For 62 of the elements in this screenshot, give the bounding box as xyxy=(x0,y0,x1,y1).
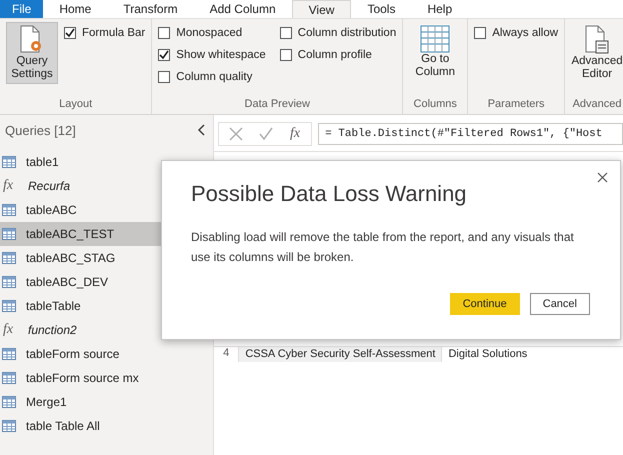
checkbox-label: Column profile xyxy=(298,49,372,61)
table-icon xyxy=(2,372,16,384)
function-icon: fx xyxy=(2,322,18,338)
checkbox[interactable] xyxy=(64,27,76,39)
table-icon xyxy=(2,252,16,264)
checkbox[interactable] xyxy=(280,49,292,61)
table-icon xyxy=(2,204,16,216)
checkmark-icon[interactable] xyxy=(259,127,273,141)
table-grid-icon xyxy=(420,25,450,53)
queries-title: Queries [12] xyxy=(5,122,76,138)
query-item[interactable]: tableForm source mx xyxy=(0,366,213,390)
group-label: Columns xyxy=(412,97,458,112)
insert-function-button[interactable]: fx xyxy=(289,126,302,142)
dialog-title: Possible Data Loss Warning xyxy=(191,181,468,207)
query-item[interactable]: table1 xyxy=(0,150,213,174)
continue-button[interactable]: Continue xyxy=(450,293,520,315)
checkbox[interactable] xyxy=(474,27,486,39)
checkbox-label: Column quality xyxy=(176,71,252,83)
row-number: 4 xyxy=(222,347,230,359)
ribbon-tab[interactable]: Transform xyxy=(107,0,194,18)
table-icon xyxy=(2,396,16,408)
collapse-chevron-icon[interactable] xyxy=(197,124,205,136)
ribbon-tab[interactable]: Add Column xyxy=(194,0,292,18)
ribbon-tab[interactable]: File xyxy=(0,0,44,18)
checkbox-label: Formula Bar xyxy=(82,27,146,39)
close-icon xyxy=(597,172,608,183)
query-item[interactable]: table Table All xyxy=(0,414,213,438)
checkbox-label: Column distribution xyxy=(298,27,396,39)
cancel-button[interactable]: Cancel xyxy=(530,293,590,315)
function-icon: fx xyxy=(2,178,18,194)
table-icon xyxy=(2,276,16,288)
table-cell: CSSA Cyber Security Self-Assessment xyxy=(238,347,442,362)
query-item[interactable]: tableABC_DEV xyxy=(0,270,213,294)
ribbon-button[interactable]: Go to Column xyxy=(409,22,462,82)
checkbox-label: Monospaced xyxy=(176,27,242,39)
table-icon xyxy=(2,156,16,168)
formula-field[interactable]: = Table.Distinct(#"Filtered Rows1", {"Host xyxy=(318,123,623,145)
query-item[interactable]: tableTable xyxy=(0,294,213,318)
table-cell: Digital Solutions xyxy=(441,347,623,362)
table-icon xyxy=(2,420,16,432)
document-scroll-icon xyxy=(584,25,610,55)
ribbon-tab[interactable]: Tools xyxy=(351,0,412,18)
ribbon-tab[interactable]: Help xyxy=(411,0,468,18)
query-item[interactable]: Merge1 xyxy=(0,390,213,414)
checkbox[interactable] xyxy=(280,27,292,39)
group-label: Advanced xyxy=(572,97,623,112)
table-icon xyxy=(2,300,16,312)
group-label: Parameters xyxy=(486,97,546,112)
checkbox[interactable] xyxy=(158,71,170,83)
group-label: Data Preview xyxy=(244,97,311,112)
checkbox[interactable] xyxy=(158,27,170,39)
ribbon-button[interactable]: Advanced Editor xyxy=(571,22,623,84)
group-label: Layout xyxy=(58,97,94,112)
checkbox-label: Show whitespace xyxy=(176,49,266,61)
table-icon xyxy=(2,228,16,240)
table-icon xyxy=(2,348,16,360)
ribbon-button[interactable]: Query Settings xyxy=(6,22,58,84)
ribbon-tab[interactable]: Home xyxy=(43,0,108,18)
checkbox-label: Always allow xyxy=(492,27,558,39)
query-item[interactable]: tableForm source xyxy=(0,342,213,366)
checkbox[interactable] xyxy=(158,49,170,61)
ribbon-tab[interactable]: View xyxy=(292,0,352,18)
